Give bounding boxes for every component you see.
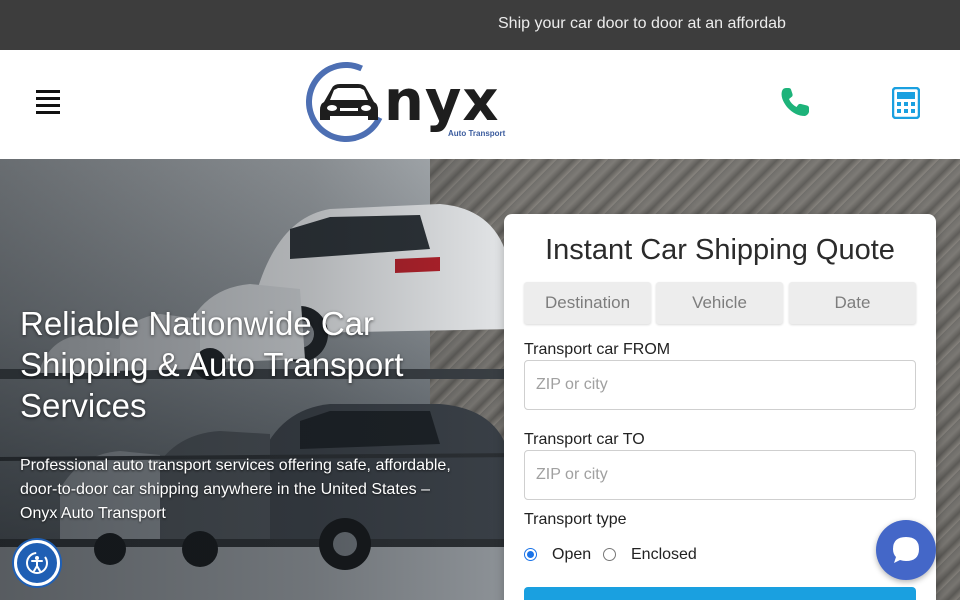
logo-tagline: Auto Transport <box>448 129 506 138</box>
transport-type-label: Transport type <box>524 511 627 528</box>
announcement-bar: Ship your car door to door at an afforda… <box>0 0 960 50</box>
logo-car-icon <box>320 84 378 120</box>
from-input[interactable] <box>524 360 916 410</box>
submit-button[interactable] <box>524 587 916 600</box>
hero-title: Reliable Nationwide Car Shipping & Auto … <box>20 305 404 424</box>
accessibility-glyph <box>26 552 48 574</box>
calculator-icon[interactable] <box>892 87 920 119</box>
announcement-text: Ship your car door to door at an afforda… <box>498 15 786 32</box>
radio-open-label: Open <box>552 546 592 563</box>
radio-enclosed-label: Enclosed <box>631 546 697 563</box>
logo-wordmark: nyx <box>384 69 500 134</box>
quote-tabs: Destination Vehicle Date <box>524 282 916 324</box>
hero-description: Professional auto transport services off… <box>20 457 451 522</box>
chat-bubble-glyph <box>893 537 919 563</box>
radio-open[interactable] <box>524 548 537 561</box>
menu-icon[interactable] <box>36 90 60 114</box>
site-header: nyx Auto Transport <box>0 50 960 159</box>
tab-vehicle[interactable]: Vehicle <box>656 282 783 324</box>
phone-icon[interactable] <box>779 86 811 118</box>
to-label: Transport car TO <box>524 431 645 448</box>
radio-enclosed[interactable] <box>603 548 616 561</box>
from-label: Transport car FROM <box>524 341 671 358</box>
quote-title: Instant Car Shipping Quote <box>545 234 895 266</box>
logo[interactable]: nyx Auto Transport <box>294 50 514 154</box>
transport-type-options: Open Enclosed <box>524 544 824 566</box>
quote-form-card: Instant Car Shipping Quote Destination V… <box>504 214 936 600</box>
accessibility-icon[interactable] <box>14 540 60 586</box>
to-input[interactable] <box>524 450 916 500</box>
tab-destination[interactable]: Destination <box>524 282 651 324</box>
chat-icon[interactable] <box>876 520 936 580</box>
tab-date[interactable]: Date <box>789 282 916 324</box>
